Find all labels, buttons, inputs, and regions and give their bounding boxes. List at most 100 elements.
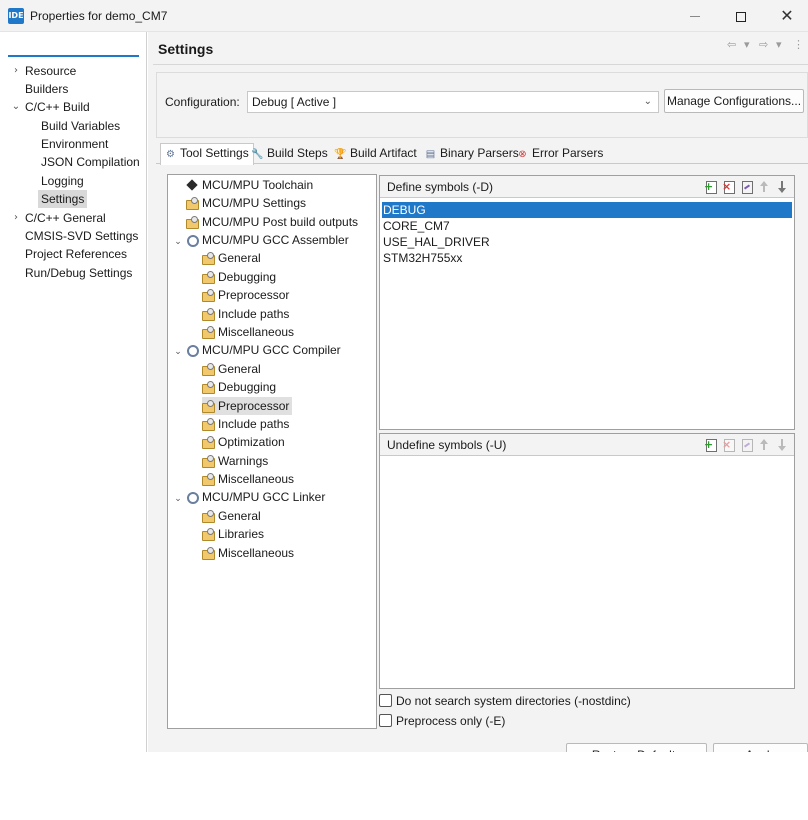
filter-input[interactable] bbox=[8, 37, 139, 57]
tree-item-debugging[interactable]: Debugging bbox=[202, 268, 276, 286]
nav-item-builders[interactable]: Builders bbox=[25, 80, 68, 98]
delete-icon[interactable] bbox=[722, 180, 736, 194]
tree-item-mcu-mpu-gcc-assembler[interactable]: ⌄ MCU/MPU GCC Assembler bbox=[172, 231, 349, 249]
define-symbols-list[interactable]: DEBUG CORE_CM7 USE_HAL_DRIVER STM32H755xx bbox=[382, 202, 792, 266]
nav-item-build-variables[interactable]: Build Variables bbox=[41, 117, 120, 135]
minimize-button[interactable] bbox=[672, 0, 718, 32]
title-separator bbox=[153, 64, 808, 65]
tree-item-preprocessor[interactable]: Preprocessor bbox=[202, 397, 293, 415]
tree-item-debugging[interactable]: Debugging bbox=[202, 378, 276, 396]
list-item[interactable]: USE_HAL_DRIVER bbox=[382, 234, 792, 250]
define-symbols-title: Define symbols (-D) bbox=[387, 180, 494, 194]
configuration-select[interactable]: Debug [ Active ] ⌄ bbox=[247, 91, 659, 113]
tree-item-label: MCU/MPU GCC Linker bbox=[202, 490, 326, 504]
nostdinc-checkbox[interactable] bbox=[379, 694, 392, 707]
chevron-down-icon[interactable]: ⌄ bbox=[172, 343, 184, 361]
option-category-icon bbox=[202, 363, 215, 376]
preprocess-only-option[interactable]: Preprocess only (-E) bbox=[379, 713, 505, 731]
chevron-down-icon[interactable]: ⌄ bbox=[172, 233, 184, 251]
manage-configurations-button[interactable]: Manage Configurations... bbox=[664, 89, 804, 113]
nav-item-run-debug-settings[interactable]: Run/Debug Settings bbox=[25, 264, 132, 282]
toolchain-icon bbox=[186, 179, 198, 191]
tool-gear-icon bbox=[186, 491, 199, 504]
tree-item-mcu-mpu-gcc-compiler[interactable]: ⌄ MCU/MPU GCC Compiler bbox=[172, 341, 341, 359]
nav-item-c-c-build[interactable]: C/C++ Build bbox=[25, 98, 90, 116]
tree-item-optimization[interactable]: Optimization bbox=[202, 433, 285, 451]
delete-icon[interactable] bbox=[722, 438, 736, 452]
forward-icon[interactable]: ⇨ bbox=[759, 38, 768, 54]
tree-item-label: General bbox=[218, 251, 261, 265]
wrench-icon: 🔧 bbox=[251, 149, 264, 160]
nav-item-c-c-general[interactable]: C/C++ General bbox=[25, 209, 106, 227]
undefine-symbols-panel: Undefine symbols (-U) bbox=[379, 433, 795, 689]
tree-item-general[interactable]: General bbox=[202, 507, 261, 525]
move-down-icon[interactable] bbox=[776, 438, 790, 452]
nav-item-resource[interactable]: Resource bbox=[25, 62, 76, 80]
back-menu-icon[interactable]: ▾ bbox=[744, 38, 750, 54]
tree-item-general[interactable]: General bbox=[202, 360, 261, 378]
list-item[interactable]: CORE_CM7 bbox=[382, 218, 792, 234]
nav-item-settings[interactable]: Settings bbox=[38, 190, 88, 208]
tree-item-mcu-mpu-post-build-outputs[interactable]: MCU/MPU Post build outputs bbox=[186, 213, 358, 231]
nav-item-project-references[interactable]: Project References bbox=[25, 245, 127, 263]
chevron-right-icon[interactable]: › bbox=[10, 62, 22, 80]
tab-label: Build Artifact bbox=[350, 146, 417, 160]
tree-item-label: General bbox=[218, 509, 261, 523]
tree-item-general[interactable]: General bbox=[202, 249, 261, 267]
tree-item-libraries[interactable]: Libraries bbox=[202, 525, 264, 543]
preprocess-only-checkbox[interactable] bbox=[379, 714, 392, 727]
tree-item-include-paths[interactable]: Include paths bbox=[202, 305, 289, 323]
option-category-icon bbox=[202, 271, 215, 284]
tree-item-warnings[interactable]: Warnings bbox=[202, 452, 268, 470]
tree-item-miscellaneous[interactable]: Miscellaneous bbox=[202, 470, 294, 488]
nav-item-logging[interactable]: Logging bbox=[41, 172, 84, 190]
option-category-icon bbox=[202, 510, 215, 523]
tab-tool-settings[interactable]: ⚙ Tool Settings bbox=[160, 143, 254, 165]
tree-item-mcu-mpu-toolchain[interactable]: MCU/MPU Toolchain bbox=[186, 176, 313, 194]
nav-item-json-compilation[interactable]: JSON Compilation bbox=[41, 153, 140, 171]
tree-item-mcu-mpu-gcc-linker[interactable]: ⌄ MCU/MPU GCC Linker bbox=[172, 488, 325, 506]
settings-page: Settings ⇦ ▾ ⇨ ▾ ⋮ Configuration: Debug … bbox=[148, 32, 808, 767]
chevron-right-icon[interactable]: › bbox=[10, 209, 22, 227]
tab-error-parsers[interactable]: ⊗ Error Parsers bbox=[513, 144, 607, 165]
configuration-value: Debug [ Active ] bbox=[252, 95, 337, 109]
tree-item-miscellaneous[interactable]: Miscellaneous bbox=[202, 544, 294, 562]
forward-menu-icon[interactable]: ▾ bbox=[776, 38, 782, 54]
tree-item-miscellaneous[interactable]: Miscellaneous bbox=[202, 323, 294, 341]
chevron-down-icon[interactable]: ⌄ bbox=[10, 98, 22, 116]
move-up-icon[interactable] bbox=[758, 438, 772, 452]
tab-label: Error Parsers bbox=[532, 146, 604, 160]
tree-item-label: Warnings bbox=[218, 454, 269, 468]
nostdinc-label: Do not search system directories (-nostd… bbox=[396, 694, 631, 708]
trophy-icon: 🏆 bbox=[334, 149, 347, 160]
back-icon[interactable]: ⇦ bbox=[727, 38, 736, 54]
list-item[interactable]: STM32H755xx bbox=[382, 250, 792, 266]
undefine-symbols-header: Undefine symbols (-U) bbox=[380, 434, 794, 456]
move-up-icon[interactable] bbox=[758, 180, 772, 194]
nostdinc-option[interactable]: Do not search system directories (-nostd… bbox=[379, 693, 631, 711]
option-category-icon bbox=[202, 252, 215, 265]
chevron-down-icon[interactable]: ⌄ bbox=[172, 490, 184, 508]
option-category-icon bbox=[202, 418, 215, 431]
tree-item-include-paths[interactable]: Include paths bbox=[202, 415, 289, 433]
tab-build-artifact[interactable]: 🏆 Build Artifact bbox=[331, 144, 421, 165]
view-menu-icon[interactable]: ⋮ bbox=[793, 38, 804, 54]
nav-item-environment[interactable]: Environment bbox=[41, 135, 108, 153]
tree-item-preprocessor[interactable]: Preprocessor bbox=[202, 286, 289, 304]
nav-item-cmsis-svd-settings[interactable]: CMSIS-SVD Settings bbox=[25, 227, 138, 245]
move-down-icon[interactable] bbox=[776, 180, 790, 194]
tree-item-mcu-mpu-settings[interactable]: MCU/MPU Settings bbox=[186, 194, 306, 212]
tab-label: Tool Settings bbox=[180, 146, 249, 160]
add-icon[interactable] bbox=[704, 180, 718, 194]
tab-build-steps[interactable]: 🔧 Build Steps bbox=[248, 144, 332, 165]
undefine-symbols-toolbar bbox=[700, 438, 790, 452]
edit-icon[interactable] bbox=[740, 180, 754, 194]
tab-binary-parsers[interactable]: ▤ Binary Parsers bbox=[421, 144, 523, 165]
tree-item-label: General bbox=[218, 362, 261, 376]
tree-item-label: MCU/MPU Post build outputs bbox=[202, 215, 359, 229]
add-icon[interactable] bbox=[704, 438, 718, 452]
edit-icon[interactable] bbox=[740, 438, 754, 452]
list-item[interactable]: DEBUG bbox=[382, 202, 792, 218]
maximize-button[interactable] bbox=[718, 0, 764, 32]
close-button[interactable]: ✕ bbox=[764, 0, 808, 32]
